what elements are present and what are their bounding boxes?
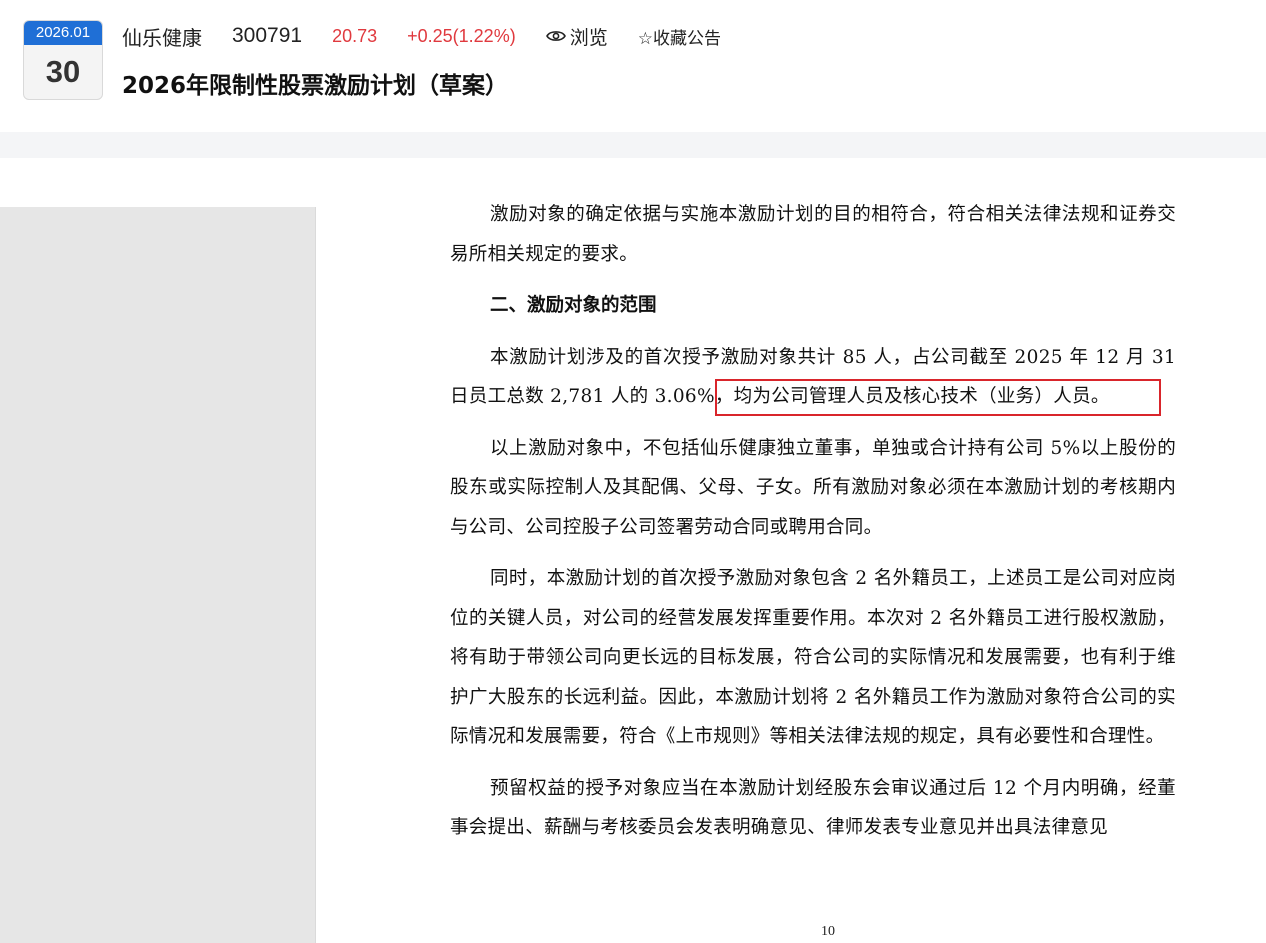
side-panel	[0, 207, 316, 943]
page-number: 10	[821, 924, 835, 939]
paragraph-4: 同时，本激励计划的首次授予激励对象包含 2 名外籍员工，上述员工是公司对应岗位的…	[450, 568, 1176, 747]
date-month: 2026.01	[24, 21, 102, 45]
company-name[interactable]: 仙乐健康	[122, 22, 202, 51]
stock-change: +0.25(1.22%)	[407, 25, 516, 46]
stock-meta-row: 仙乐健康 300791 20.73 +0.25(1.22%) 浏览 ☆收藏公告	[122, 22, 721, 50]
section-heading: 二、激励对象的范围	[490, 295, 657, 316]
date-badge: 2026.01 30	[23, 20, 103, 100]
paragraph-3: 以上激励对象中，不包括仙乐健康独立董事，单独或合计持有公司 5%以上股份的股东或…	[450, 437, 1176, 538]
header-divider-band	[0, 132, 1266, 158]
date-day: 30	[45, 54, 81, 89]
paragraph-5: 预留权益的授予对象应当在本激励计划经股东会审议通过后 12 个月内明确，经董事会…	[450, 777, 1176, 839]
paragraph-1: 激励对象的确定依据与实施本激励计划的目的相符合，符合相关法律法规和证券交易所相关…	[450, 204, 1176, 265]
view-label: 浏览	[569, 26, 608, 49]
favorite-button[interactable]: ☆收藏公告	[638, 24, 721, 49]
view-button[interactable]: 浏览	[545, 23, 608, 50]
document-page: 激励对象的确定依据与实施本激励计划的目的相符合，符合相关法律法规和证券交易所相关…	[450, 195, 1176, 848]
paragraph-2: 本激励计划涉及的首次授予激励对象共计 85 人，占公司截至 2025 年 12 …	[450, 346, 1176, 408]
page-title: 2026年限制性股票激励计划（草案）	[122, 73, 509, 99]
stock-code[interactable]: 300791	[232, 24, 302, 48]
eye-icon	[545, 31, 566, 41]
favorite-label: ☆收藏公告	[637, 28, 721, 49]
announcement-header: 2026.01 30 仙乐健康 300791 20.73 +0.25(1.22%…	[0, 0, 1266, 132]
stock-price: 20.73	[332, 25, 378, 46]
